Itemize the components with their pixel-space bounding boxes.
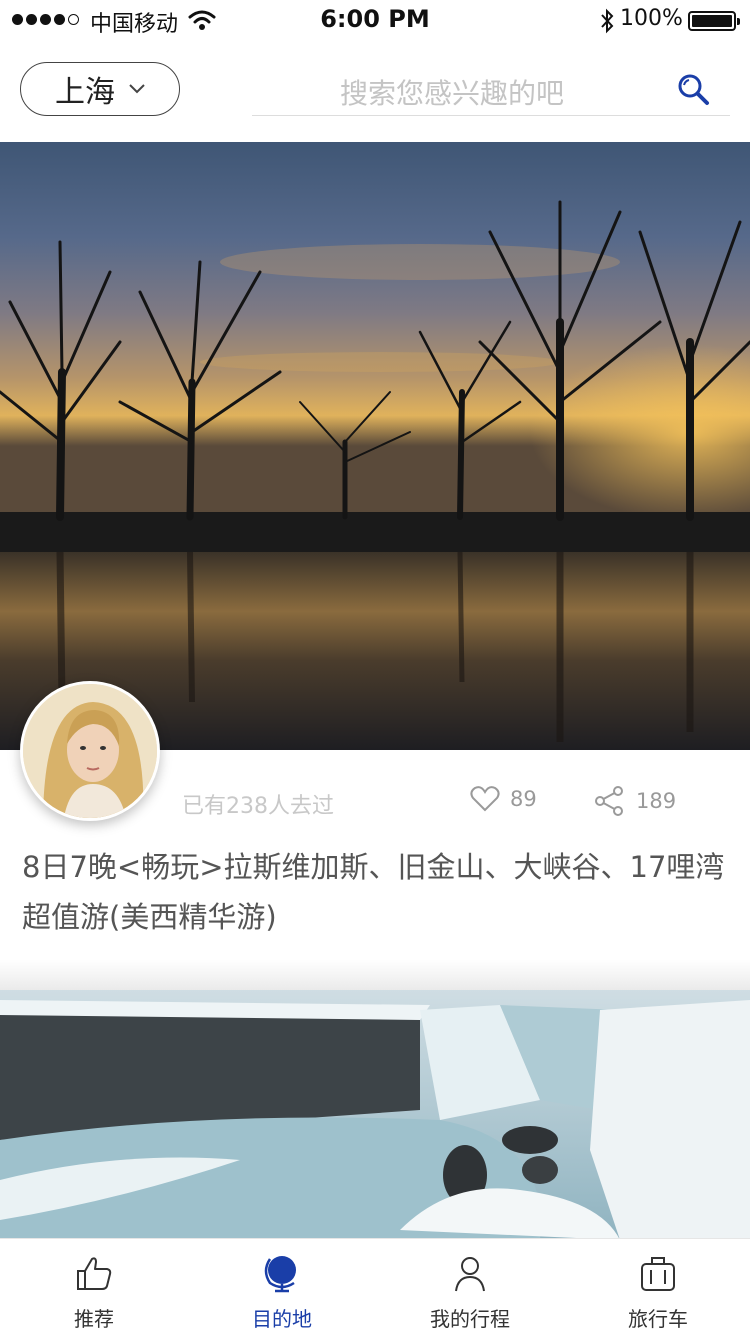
- share-count: 189: [636, 789, 677, 813]
- battery-percentage: 100%: [620, 6, 683, 31]
- avatar[interactable]: [20, 681, 160, 821]
- globe-icon: [264, 1256, 296, 1293]
- city-selector-button[interactable]: 上海: [20, 62, 180, 116]
- tab-label: 目的地: [252, 1307, 312, 1331]
- share-button[interactable]: 189: [594, 786, 676, 816]
- frozen-waterfall-image: [0, 990, 750, 1240]
- tab-label: 推荐: [74, 1307, 114, 1331]
- destination-photo[interactable]: [0, 142, 750, 750]
- destination-photo[interactable]: [0, 990, 750, 1240]
- chevron-down-icon: [129, 84, 145, 94]
- card-divider: [0, 960, 750, 992]
- heart-icon: [470, 786, 500, 812]
- luggage-icon: [641, 1257, 675, 1291]
- tab-travel-cart[interactable]: 旅行车: [564, 1239, 750, 1334]
- search-placeholder: 搜索您感兴趣的吧: [339, 77, 564, 110]
- share-icon: [595, 786, 623, 816]
- header: 上海 搜索您感兴趣的吧: [0, 40, 750, 142]
- visited-count: 已有238人去过: [182, 794, 334, 819]
- like-count: 89: [510, 787, 537, 811]
- battery-icon: [688, 11, 740, 31]
- user-portrait-image: [23, 684, 157, 818]
- tab-my-trips[interactable]: 我的行程: [376, 1239, 564, 1334]
- tab-destination[interactable]: 目的地: [188, 1239, 376, 1334]
- like-button[interactable]: 89: [470, 786, 537, 812]
- bottom-tab-bar: 推荐 目的地 我的行程 旅行车: [0, 1238, 750, 1334]
- tab-recommend[interactable]: 推荐: [0, 1239, 188, 1334]
- status-bar: 中国移动 6:00 PM 100%: [0, 0, 750, 40]
- tab-label: 旅行车: [628, 1307, 688, 1331]
- city-label: 上海: [55, 75, 115, 110]
- tab-label: 我的行程: [430, 1307, 510, 1331]
- user-icon: [455, 1257, 485, 1292]
- thumbs-up-icon: [77, 1257, 112, 1290]
- tour-title[interactable]: 8日7晚<畅玩>拉斯维加斯、旧金山、大峡谷、17哩湾超值游(美西精华游): [22, 842, 732, 942]
- search-icon[interactable]: [676, 72, 710, 106]
- bluetooth-icon: [601, 8, 614, 34]
- search-input[interactable]: 搜索您感兴趣的吧: [252, 64, 730, 116]
- sunset-lake-image: [0, 142, 750, 750]
